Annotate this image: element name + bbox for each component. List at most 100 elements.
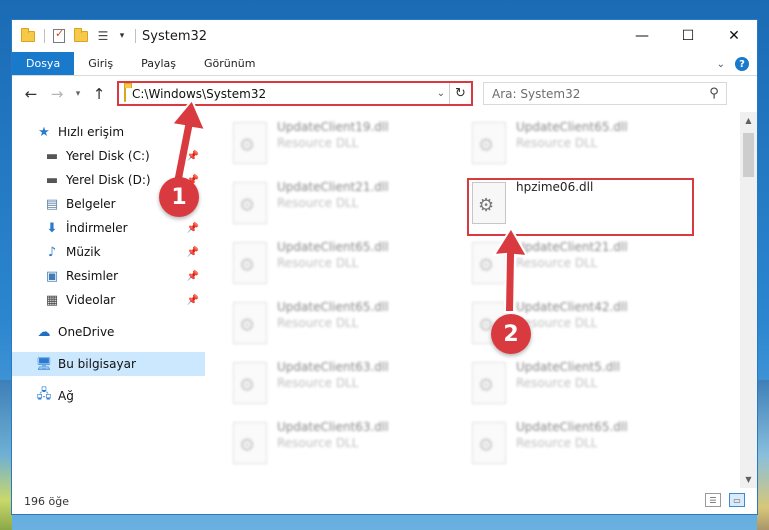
- up-icon[interactable]: ↑: [88, 83, 110, 105]
- address-row: ← → ▾ ↑ C:\Windows\System32 ⌄ ↻ Ara: Sys…: [12, 76, 757, 112]
- window-controls: — ☐ ✕: [619, 20, 757, 52]
- minimize-button[interactable]: —: [619, 20, 665, 52]
- title-bar: ☰ ▾ System32 — ☐ ✕: [12, 20, 757, 52]
- search-placeholder: Ara: System32: [492, 86, 581, 101]
- folder-icon: [124, 85, 126, 102]
- search-icon[interactable]: ⚲: [702, 86, 726, 101]
- back-icon[interactable]: ←: [20, 83, 42, 105]
- sidebar-item-onedrive[interactable]: ☁ OneDrive: [12, 320, 205, 344]
- address-bar[interactable]: C:\Windows\System32 ⌄ ↻: [117, 81, 473, 106]
- file-type: Resource DLL: [516, 316, 598, 330]
- list-item[interactable]: ⚙ UpdateClient19.dll Resource DLL: [227, 118, 457, 174]
- file-name: UpdateClient19.dll: [277, 120, 389, 134]
- file-name: UpdateClient65.dll: [516, 120, 628, 134]
- scroll-down-icon[interactable]: ▼: [740, 471, 757, 488]
- dll-file-icon: ⚙: [233, 362, 267, 404]
- sidebar-item-music[interactable]: ♪ Müzik 📌: [12, 240, 205, 264]
- file-name: UpdateClient5.dll: [516, 360, 620, 374]
- new-folder-icon[interactable]: [73, 27, 89, 44]
- help-icon[interactable]: ?: [735, 57, 749, 71]
- tab-view[interactable]: Görünüm: [190, 52, 269, 75]
- list-item[interactable]: ⚙ UpdateClient65.dll Resource DLL: [227, 298, 457, 354]
- sidebar-item-label: Videolar: [66, 293, 116, 307]
- videos-icon: ▦: [45, 292, 59, 308]
- dll-file-icon: ⚙: [233, 182, 267, 224]
- status-bar: 196 öğe ☰ ▭: [12, 488, 757, 514]
- file-name: UpdateClient65.dll: [277, 300, 389, 314]
- address-path[interactable]: C:\Windows\System32: [132, 87, 433, 101]
- window-title: System32: [142, 28, 208, 44]
- sidebar-item-downloads[interactable]: ⬇ İndirmeler 📌: [12, 216, 205, 240]
- vertical-scrollbar[interactable]: ▲ ▼: [740, 112, 757, 488]
- tab-file[interactable]: Dosya: [12, 52, 75, 75]
- computer-icon: 🖥: [35, 356, 53, 372]
- tab-home[interactable]: Giriş: [74, 52, 127, 75]
- properties-icon[interactable]: [51, 27, 67, 44]
- expand-ribbon-icon[interactable]: ⌄: [717, 59, 725, 70]
- list-item[interactable]: ⚙ UpdateClient5.dll Resource DLL: [466, 358, 696, 414]
- details-view-icon[interactable]: ☰: [705, 493, 721, 507]
- search-input[interactable]: Ara: System32 ⚲: [483, 82, 727, 105]
- desktop-background-right: [757, 380, 769, 530]
- sidebar-item-label: Yerel Disk (C:): [66, 149, 150, 163]
- dll-file-icon: ⚙: [233, 302, 267, 344]
- sidebar-item-label: Yerel Disk (D:): [66, 173, 151, 187]
- cloud-icon: ☁: [37, 324, 51, 340]
- list-item[interactable]: ⚙ UpdateClient21.dll Resource DLL: [466, 238, 696, 294]
- customize-toolbar-icon[interactable]: ▾: [117, 28, 127, 44]
- pictures-icon: ▣: [45, 268, 59, 284]
- maximize-button[interactable]: ☐: [665, 20, 711, 52]
- file-type: Resource DLL: [516, 136, 598, 150]
- network-icon: 🖧: [36, 387, 52, 402]
- pin-icon[interactable]: 📌: [187, 247, 199, 258]
- sidebar-item-local-disk-c[interactable]: ▬ Yerel Disk (C:) 📌: [12, 144, 205, 168]
- file-type: Resource DLL: [277, 136, 359, 150]
- list-item[interactable]: ⚙ UpdateClient65.dll Resource DLL: [227, 238, 457, 294]
- file-name: UpdateClient63.dll: [277, 420, 389, 434]
- sidebar-item-label: Bu bilgisayar: [58, 357, 136, 371]
- scroll-up-icon[interactable]: ▲: [740, 112, 757, 129]
- pin-icon[interactable]: 📌: [187, 271, 199, 282]
- view-toggle: ☰ ▭: [705, 493, 745, 507]
- list-item[interactable]: ⚙ UpdateClient65.dll Resource DLL: [466, 118, 696, 174]
- main-area: ★ Hızlı erişim ▬ Yerel Disk (C:) 📌 ▬ Yer…: [12, 112, 757, 488]
- scrollbar-thumb[interactable]: [743, 133, 754, 177]
- sidebar-item-this-pc[interactable]: 🖥 Bu bilgisayar: [12, 352, 205, 376]
- recent-locations-icon[interactable]: ▾: [72, 89, 84, 99]
- rename-icon[interactable]: ☰: [95, 28, 111, 44]
- chevron-down-icon[interactable]: ⌄: [433, 88, 449, 99]
- sidebar-item-pictures[interactable]: ▣ Resimler 📌: [12, 264, 205, 288]
- refresh-icon[interactable]: ↻: [449, 83, 471, 104]
- pin-icon[interactable]: 📌: [187, 295, 199, 306]
- sidebar-item-label: Belgeler: [66, 197, 116, 211]
- file-type: Resource DLL: [516, 376, 598, 390]
- dll-file-icon: ⚙: [233, 242, 267, 284]
- close-button[interactable]: ✕: [711, 20, 757, 52]
- forward-icon[interactable]: →: [46, 83, 68, 105]
- drive-icon: ▬: [45, 172, 59, 188]
- file-name: UpdateClient42.dll: [516, 300, 628, 314]
- dll-file-icon: ⚙: [472, 122, 506, 164]
- sidebar-item-label: Müzik: [66, 245, 101, 259]
- quick-access-toolbar: ☰ ▾ System32: [12, 20, 207, 52]
- sidebar-item-videos[interactable]: ▦ Videolar 📌: [12, 288, 205, 312]
- tiles-view-icon[interactable]: ▭: [729, 493, 745, 507]
- list-item[interactable]: ⚙ UpdateClient63.dll Resource DLL: [227, 418, 457, 474]
- dll-file-icon: ⚙: [472, 362, 506, 404]
- drive-icon: ▬: [45, 148, 59, 164]
- dll-file-icon: ⚙: [233, 422, 267, 464]
- separator: [44, 29, 45, 43]
- sidebar-item-label: Ağ: [58, 389, 74, 403]
- list-item[interactable]: ⚙ UpdateClient21.dll Resource DLL: [227, 178, 457, 234]
- pin-icon[interactable]: 📌: [187, 223, 199, 234]
- list-item[interactable]: ⚙ UpdateClient65.dll Resource DLL: [466, 418, 696, 474]
- file-name: UpdateClient65.dll: [277, 240, 389, 254]
- file-type: Resource DLL: [516, 256, 598, 270]
- pin-icon[interactable]: 📌: [187, 151, 199, 162]
- star-icon: ★: [38, 124, 50, 140]
- sidebar-item-quick-access[interactable]: ★ Hızlı erişim: [12, 120, 205, 144]
- list-item[interactable]: ⚙ UpdateClient63.dll Resource DLL: [227, 358, 457, 414]
- sidebar-item-network[interactable]: 🖧 Ağ: [12, 384, 205, 408]
- dll-file-icon: ⚙: [472, 242, 506, 284]
- tab-share[interactable]: Paylaş: [127, 52, 190, 75]
